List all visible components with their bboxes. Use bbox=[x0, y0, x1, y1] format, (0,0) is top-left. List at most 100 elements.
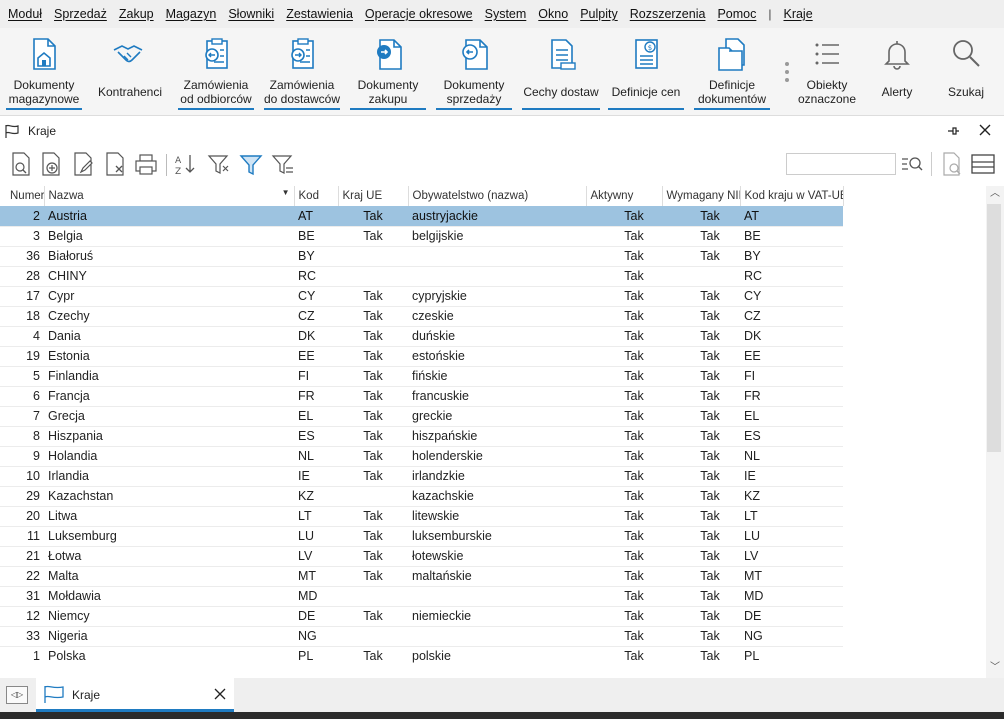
table-row[interactable]: 2 Austria AT Tak austryjackie Tak Tak AT bbox=[0, 206, 843, 226]
menu-zestawienia[interactable]: Zestawienia bbox=[280, 7, 359, 21]
cell-kod[interactable]: LV bbox=[294, 546, 338, 566]
cell-nazwa[interactable]: Nigeria bbox=[44, 626, 294, 646]
cell-nazwa[interactable]: Francja bbox=[44, 386, 294, 406]
table-row[interactable]: 9 Holandia NL Tak holenderskie Tak Tak NL bbox=[0, 446, 843, 466]
table-row[interactable]: 17 Cypr CY Tak cypryjskie Tak Tak CY bbox=[0, 286, 843, 306]
cell-obywatelstwo[interactable]: niemieckie bbox=[408, 606, 586, 626]
cell-wymagany-nip[interactable]: Tak bbox=[662, 586, 740, 606]
cell-obywatelstwo[interactable]: estońskie bbox=[408, 346, 586, 366]
print-icon[interactable] bbox=[133, 150, 159, 178]
cell-numer[interactable]: 5 bbox=[0, 366, 44, 386]
cell-wymagany-nip[interactable]: Tak bbox=[662, 346, 740, 366]
cell-aktywny[interactable]: Tak bbox=[586, 266, 662, 286]
cell-aktywny[interactable]: Tak bbox=[586, 546, 662, 566]
cell-kraj-ue[interactable]: Tak bbox=[338, 226, 408, 246]
cell-kraj-ue[interactable]: Tak bbox=[338, 566, 408, 586]
tab-navigation-button[interactable]: ◁▷ bbox=[6, 686, 28, 704]
cell-obywatelstwo[interactable]: irlandzkie bbox=[408, 466, 586, 486]
cell-kod-vat-ue[interactable]: MD bbox=[740, 586, 843, 606]
cell-kod[interactable]: CY bbox=[294, 286, 338, 306]
table-row[interactable]: 3 Belgia BE Tak belgijskie Tak Tak BE bbox=[0, 226, 843, 246]
cell-kraj-ue[interactable]: Tak bbox=[338, 286, 408, 306]
cell-obywatelstwo[interactable]: greckie bbox=[408, 406, 586, 426]
cell-nazwa[interactable]: Mołdawia bbox=[44, 586, 294, 606]
cell-numer[interactable]: 20 bbox=[0, 506, 44, 526]
vertical-scrollbar[interactable]: ︿ ﹀ bbox=[986, 186, 1004, 678]
menu-magazyn[interactable]: Magazyn bbox=[160, 7, 223, 21]
search-list-icon[interactable] bbox=[900, 153, 924, 175]
ribbon-kontrahenci-button[interactable]: Kontrahenci bbox=[92, 28, 168, 116]
cell-obywatelstwo[interactable] bbox=[408, 586, 586, 606]
cell-nazwa[interactable]: Austria bbox=[44, 206, 294, 226]
table-row[interactable]: 21 Łotwa LV Tak łotewskie Tak Tak LV bbox=[0, 546, 843, 566]
cell-kraj-ue[interactable] bbox=[338, 486, 408, 506]
cell-wymagany-nip[interactable]: Tak bbox=[662, 306, 740, 326]
cell-nazwa[interactable]: Niemcy bbox=[44, 606, 294, 626]
cell-kod[interactable]: LU bbox=[294, 526, 338, 546]
column-header-nazwa[interactable]: Nazwa ▼ bbox=[44, 186, 295, 206]
cell-wymagany-nip[interactable]: Tak bbox=[662, 286, 740, 306]
cell-kraj-ue[interactable]: Tak bbox=[338, 426, 408, 446]
cell-kod[interactable]: DK bbox=[294, 326, 338, 346]
cell-kod-vat-ue[interactable]: PL bbox=[740, 646, 843, 666]
cell-wymagany-nip[interactable]: Tak bbox=[662, 466, 740, 486]
cell-nazwa[interactable]: Grecja bbox=[44, 406, 294, 426]
cell-numer[interactable]: 4 bbox=[0, 326, 44, 346]
cell-kraj-ue[interactable]: Tak bbox=[338, 546, 408, 566]
cell-numer[interactable]: 12 bbox=[0, 606, 44, 626]
cell-wymagany-nip[interactable]: Tak bbox=[662, 326, 740, 346]
cell-kod[interactable]: RC bbox=[294, 266, 338, 286]
cell-kod[interactable]: PL bbox=[294, 646, 338, 666]
cell-kod[interactable]: DE bbox=[294, 606, 338, 626]
ribbon-zamowienia-odbiorcow-button[interactable]: Zamówienia od odbiorców bbox=[176, 28, 256, 116]
cell-aktywny[interactable]: Tak bbox=[586, 246, 662, 266]
cell-kod-vat-ue[interactable]: IE bbox=[740, 466, 843, 486]
cell-kod-vat-ue[interactable]: BY bbox=[740, 246, 843, 266]
scroll-down-icon[interactable]: ﹀ bbox=[989, 662, 1001, 674]
cell-wymagany-nip[interactable]: Tak bbox=[662, 626, 740, 646]
scroll-up-icon[interactable]: ︿ bbox=[989, 188, 1001, 200]
cell-nazwa[interactable]: Polska bbox=[44, 646, 294, 666]
cell-kraj-ue[interactable]: Tak bbox=[338, 326, 408, 346]
cell-numer[interactable]: 31 bbox=[0, 586, 44, 606]
cell-numer[interactable]: 7 bbox=[0, 406, 44, 426]
cell-obywatelstwo[interactable]: hiszpańskie bbox=[408, 426, 586, 446]
ribbon-dokumenty-magazynowe-button[interactable]: Dokumenty magazynowe bbox=[4, 28, 84, 116]
table-row[interactable]: 36 Białoruś BY Tak Tak BY bbox=[0, 246, 843, 266]
cell-aktywny[interactable]: Tak bbox=[586, 626, 662, 646]
ribbon-dokumenty-sprzedazy-button[interactable]: Dokumenty sprzedaży bbox=[434, 28, 514, 116]
cell-numer[interactable]: 3 bbox=[0, 226, 44, 246]
cell-kod-vat-ue[interactable]: MT bbox=[740, 566, 843, 586]
cell-aktywny[interactable]: Tak bbox=[586, 506, 662, 526]
cell-nazwa[interactable]: Kazachstan bbox=[44, 486, 294, 506]
cell-obywatelstwo[interactable]: litewskie bbox=[408, 506, 586, 526]
cell-kod[interactable]: KZ bbox=[294, 486, 338, 506]
cell-kraj-ue[interactable]: Tak bbox=[338, 386, 408, 406]
cell-aktywny[interactable]: Tak bbox=[586, 306, 662, 326]
cell-aktywny[interactable]: Tak bbox=[586, 206, 662, 226]
cell-obywatelstwo[interactable]: polskie bbox=[408, 646, 586, 666]
cell-aktywny[interactable]: Tak bbox=[586, 446, 662, 466]
cell-kod-vat-ue[interactable]: LV bbox=[740, 546, 843, 566]
ribbon-szukaj-button[interactable]: Szukaj bbox=[934, 28, 998, 116]
cell-kod-vat-ue[interactable]: CZ bbox=[740, 306, 843, 326]
cell-obywatelstwo[interactable]: austryjackie bbox=[408, 206, 586, 226]
ribbon-zamowienia-dostawcow-button[interactable]: Zamówienia do dostawców bbox=[262, 28, 342, 116]
cell-nazwa[interactable]: Estonia bbox=[44, 346, 294, 366]
cell-numer[interactable]: 10 bbox=[0, 466, 44, 486]
cell-nazwa[interactable]: Hiszpania bbox=[44, 426, 294, 446]
preview-document-icon[interactable] bbox=[8, 150, 34, 178]
cell-numer[interactable]: 19 bbox=[0, 346, 44, 366]
cell-wymagany-nip[interactable]: Tak bbox=[662, 386, 740, 406]
cell-nazwa[interactable]: Malta bbox=[44, 566, 294, 586]
cell-kraj-ue[interactable] bbox=[338, 586, 408, 606]
cell-kod-vat-ue[interactable]: FR bbox=[740, 386, 843, 406]
cell-kod[interactable]: LT bbox=[294, 506, 338, 526]
cell-kod-vat-ue[interactable]: KZ bbox=[740, 486, 843, 506]
cell-wymagany-nip[interactable]: Tak bbox=[662, 366, 740, 386]
column-header-numer[interactable]: Numer bbox=[0, 186, 45, 206]
delete-document-icon[interactable] bbox=[102, 150, 128, 178]
cell-numer[interactable]: 2 bbox=[0, 206, 44, 226]
table-row[interactable]: 19 Estonia EE Tak estońskie Tak Tak EE bbox=[0, 346, 843, 366]
menu-pomoc[interactable]: Pomoc bbox=[711, 7, 762, 21]
